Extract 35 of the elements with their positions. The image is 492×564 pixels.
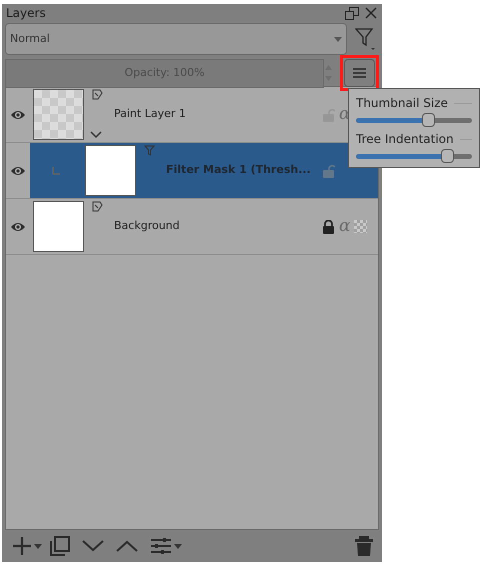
panel-title: Layers xyxy=(6,5,46,22)
sliders-icon[interactable] xyxy=(150,537,172,555)
eye-icon[interactable] xyxy=(10,220,26,232)
dropdown-caret-icon xyxy=(334,36,342,42)
dropdown-caret-icon[interactable] xyxy=(174,544,182,548)
filter-icon xyxy=(144,145,155,156)
lock-icon[interactable] xyxy=(322,220,335,234)
slider-thumb[interactable] xyxy=(441,149,454,163)
paint-brush-icon xyxy=(92,201,103,212)
slider-track[interactable] xyxy=(356,113,472,127)
layer-name: Filter Mask 1 (Thresh... xyxy=(166,162,311,178)
alpha-icon[interactable]: α xyxy=(339,218,350,235)
expand-chevron-icon[interactable] xyxy=(90,131,102,139)
slider-track[interactable] xyxy=(356,149,472,163)
float-icon[interactable] xyxy=(345,6,359,20)
chevron-up-icon[interactable] xyxy=(116,540,138,552)
close-icon[interactable] xyxy=(365,7,377,19)
menu-icon xyxy=(352,68,366,78)
slider-thumb[interactable] xyxy=(422,113,435,127)
add-icon[interactable] xyxy=(12,536,32,556)
paint-brush-icon xyxy=(92,89,103,100)
blend-mode-dropdown[interactable]: Normal xyxy=(5,23,347,55)
trash-icon[interactable] xyxy=(355,536,373,556)
layer-name: Paint Layer 1 xyxy=(114,106,186,122)
dropdown-caret-icon[interactable] xyxy=(34,544,42,548)
chevron-down-icon[interactable] xyxy=(82,540,104,552)
layer-name: Background xyxy=(114,218,180,234)
eye-icon[interactable] xyxy=(10,108,26,120)
checker-icon[interactable] xyxy=(354,220,368,233)
eye-icon[interactable] xyxy=(10,164,26,176)
tree-connector-icon xyxy=(52,166,60,174)
slider-label: Tree Indentation xyxy=(356,131,454,148)
duplicate-icon[interactable] xyxy=(50,536,70,556)
filter-icon[interactable] xyxy=(355,27,377,51)
slider-label: Thumbnail Size xyxy=(356,95,448,112)
